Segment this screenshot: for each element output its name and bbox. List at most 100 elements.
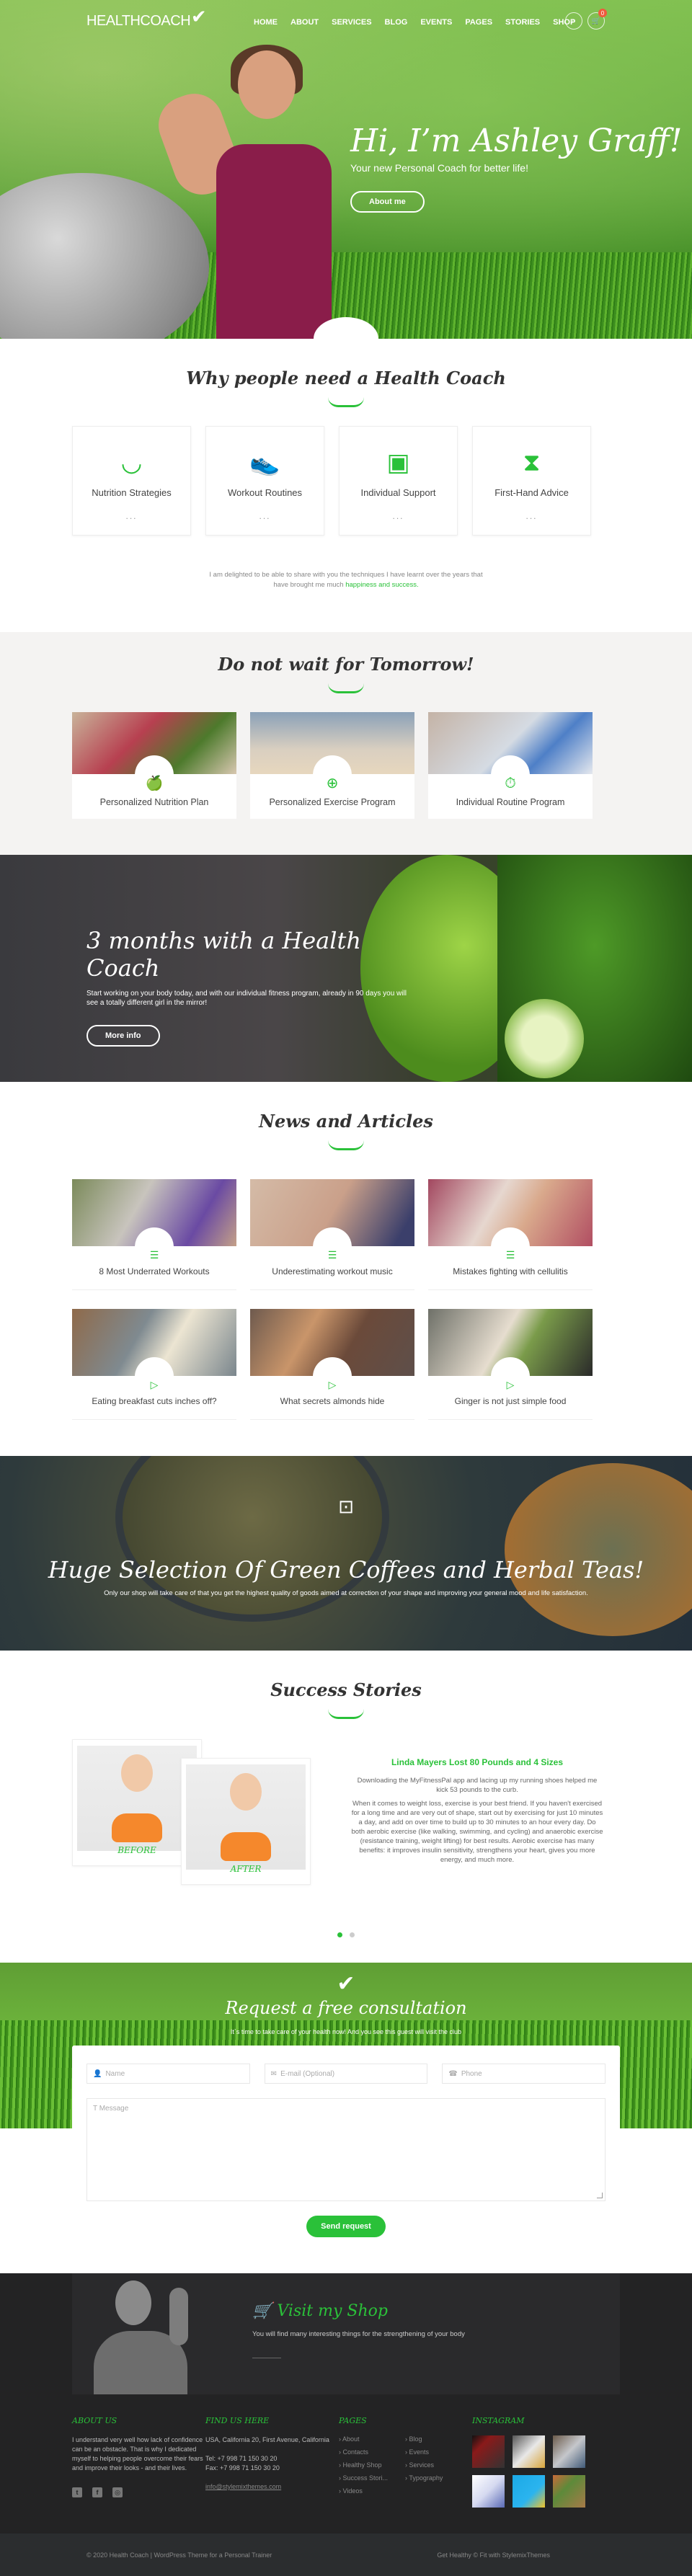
main-nav: HEALTHCOACH ✔ HOME ABOUT SERVICES BLOG EV… xyxy=(0,0,692,43)
instagram-photo[interactable] xyxy=(472,2475,505,2508)
cart-button[interactable]: 🛒 0 xyxy=(587,9,607,30)
instagram-photo[interactable] xyxy=(553,2475,585,2508)
instagram-icon[interactable]: ◎ xyxy=(112,2487,123,2497)
email-link[interactable]: info@stylemixthemes.com xyxy=(205,2482,339,2492)
nav-services[interactable]: SERVICES xyxy=(332,18,371,27)
shop-title[interactable]: 🛒 Visit my Shop xyxy=(252,2302,465,2320)
article-card[interactable]: ▷ Ginger is not just simple food xyxy=(428,1309,593,1420)
intro-highlight: happiness and success. xyxy=(345,581,419,589)
article-card[interactable]: ☰ Mistakes fighting with cellulitis xyxy=(428,1179,593,1290)
article-title[interactable]: Mistakes fighting with cellulitis xyxy=(428,1261,593,1289)
feature-card[interactable]: ⧗ First-Hand Advice... xyxy=(472,426,591,536)
slider-dot-2[interactable] xyxy=(350,1932,355,1937)
text-post-icon: ☰ xyxy=(327,1249,337,1261)
smile-divider xyxy=(328,683,364,693)
article-image[interactable] xyxy=(250,1179,414,1246)
footer-link[interactable]: Healthy Shop xyxy=(339,2461,405,2469)
visit-shop-banner[interactable]: 🛒 Visit my Shop You will find many inter… xyxy=(72,2273,620,2394)
footer-link[interactable]: Blog xyxy=(405,2435,471,2443)
article-card[interactable]: ☰ 8 Most Underrated Workouts xyxy=(72,1179,236,1290)
plan-clipboard-image xyxy=(428,712,593,774)
about-me-button[interactable]: About me xyxy=(350,191,425,213)
apple-icon: 🍏 xyxy=(145,776,164,791)
feature-card[interactable]: ◡ Nutrition Strategies... xyxy=(72,426,191,536)
article-image[interactable] xyxy=(428,1309,593,1376)
more-dots[interactable]: ... xyxy=(340,511,457,521)
nav-blog[interactable]: BLOG xyxy=(385,18,408,27)
footer-link[interactable]: Typography xyxy=(405,2474,471,2482)
feature-card[interactable]: ▣ Individual Support... xyxy=(339,426,458,536)
coach-photo xyxy=(150,45,353,339)
story-paragraph: Downloading the MyFitnessPal app and lac… xyxy=(357,1777,598,1794)
program-card[interactable]: 🍏 Personalized Nutrition Plan xyxy=(72,712,236,819)
checkmark-icon: ✔ xyxy=(190,6,207,27)
hero-subtitle: Your new Personal Coach for better life! xyxy=(350,162,528,174)
instagram-photo[interactable] xyxy=(513,2475,545,2508)
twitter-icon[interactable]: t xyxy=(72,2487,82,2497)
text-post-icon: ☰ xyxy=(149,1249,159,1261)
shop-text: You will find many interesting things fo… xyxy=(252,2330,465,2338)
trainer-photo xyxy=(94,2280,188,2394)
yoga-image xyxy=(250,712,414,774)
story-title: Linda Mayers Lost 80 Pounds and 4 Sizes xyxy=(391,1757,564,1767)
footer-link[interactable]: Contacts xyxy=(339,2448,405,2456)
story-paragraph: When it comes to weight loss, exercise i… xyxy=(351,1800,603,1864)
footer-link[interactable]: Videos xyxy=(339,2487,405,2495)
instagram-photo[interactable] xyxy=(513,2435,545,2468)
more-dots[interactable]: ... xyxy=(206,511,324,521)
dumbbell-icon: ⊕ xyxy=(326,776,339,791)
message-textarea[interactable]: T Message xyxy=(86,2098,606,2201)
program-card[interactable]: ⏱ Individual Routine Program xyxy=(428,712,593,819)
logo[interactable]: HEALTHCOACH ✔ xyxy=(86,6,207,30)
tea-title: Huge Selection Of Green Coffees and Herb… xyxy=(48,1556,644,1584)
email-input[interactable]: ✉ E-mail (Optional) xyxy=(264,2064,428,2084)
nav-about[interactable]: ABOUT xyxy=(290,18,319,27)
hero-section: HEALTHCOACH ✔ HOME ABOUT SERVICES BLOG EV… xyxy=(0,0,692,339)
send-request-button[interactable]: Send request xyxy=(306,2216,386,2237)
section-title: News and Articles xyxy=(259,1111,433,1132)
smile-divider xyxy=(328,397,364,407)
more-dots[interactable]: ... xyxy=(73,511,190,521)
user-icon: 👤 xyxy=(93,2069,102,2078)
smile-divider xyxy=(328,1140,364,1150)
article-title[interactable]: Underestimating workout music xyxy=(250,1261,414,1289)
nav-home[interactable]: HOME xyxy=(254,18,278,27)
resize-handle[interactable] xyxy=(597,2193,603,2198)
tea-banner: ⊡ Huge Selection Of Green Coffees and He… xyxy=(0,1456,692,1651)
wait-section: Do not wait for Tomorrow! 🍏 Personalized… xyxy=(0,632,692,855)
phone-input[interactable]: ☎ Phone xyxy=(442,2064,606,2084)
nav-pages[interactable]: PAGES xyxy=(465,18,492,27)
article-title[interactable]: What secrets almonds hide xyxy=(250,1390,414,1419)
instagram-photo[interactable] xyxy=(553,2435,585,2468)
slider-dot-1[interactable] xyxy=(337,1932,342,1937)
more-info-button[interactable]: More info xyxy=(86,1025,160,1047)
nav-stories[interactable]: STORIES xyxy=(505,18,540,27)
banner-title: 3 months with a Health Coach xyxy=(86,927,361,982)
search-button[interactable]: ⌕ xyxy=(565,12,582,30)
section-title: Success Stories xyxy=(270,1679,422,1700)
more-dots[interactable]: ... xyxy=(473,511,590,521)
footer-pages: PAGES About Blog Contacts Events Healthy… xyxy=(339,2416,472,2508)
footer-link[interactable]: Success Stori... xyxy=(339,2474,405,2482)
program-card[interactable]: ⊕ Personalized Exercise Program xyxy=(250,712,414,819)
name-input[interactable]: 👤 Name xyxy=(86,2064,250,2084)
article-title[interactable]: Ginger is not just simple food xyxy=(428,1390,593,1419)
article-title[interactable]: Eating breakfast cuts inches off? xyxy=(72,1390,236,1419)
article-image[interactable] xyxy=(72,1309,236,1376)
article-card[interactable]: ▷ What secrets almonds hide xyxy=(250,1309,414,1420)
article-image[interactable] xyxy=(428,1179,593,1246)
article-image[interactable] xyxy=(250,1309,414,1376)
footer-link[interactable]: About xyxy=(339,2435,405,2443)
tea-text: Only our shop will take care of that you… xyxy=(104,1589,588,1597)
instagram-photo[interactable] xyxy=(472,2435,505,2468)
footer-link[interactable]: Services xyxy=(405,2461,471,2469)
article-title[interactable]: 8 Most Underrated Workouts xyxy=(72,1261,236,1289)
footer-link[interactable]: Events xyxy=(405,2448,471,2456)
menu: HOME ABOUT SERVICES BLOG EVENTS PAGES ST… xyxy=(254,18,575,27)
facebook-icon[interactable]: f xyxy=(92,2487,102,2497)
article-card[interactable]: ▷ Eating breakfast cuts inches off? xyxy=(72,1309,236,1420)
feature-card[interactable]: 👟 Workout Routines... xyxy=(205,426,324,536)
article-image[interactable] xyxy=(72,1179,236,1246)
nav-events[interactable]: EVENTS xyxy=(420,18,452,27)
article-card[interactable]: ☰ Underestimating workout music xyxy=(250,1179,414,1290)
